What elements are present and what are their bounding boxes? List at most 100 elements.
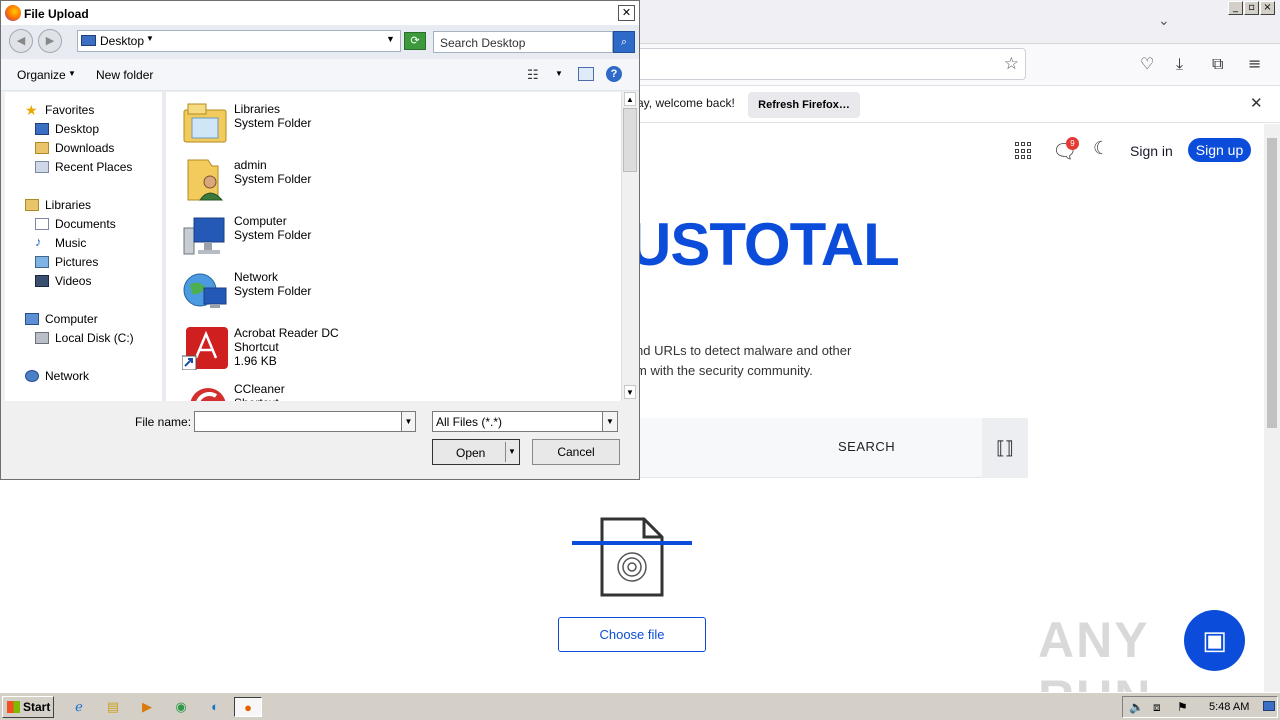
dark-mode-moon-icon[interactable]: ☾	[1093, 138, 1109, 159]
notification-badge: 9	[1066, 137, 1079, 150]
views-dropdown-icon[interactable]: ▼	[555, 69, 563, 78]
close-icon[interactable]: ✕	[1250, 94, 1263, 112]
cancel-button[interactable]: Cancel	[532, 439, 620, 465]
search-icon[interactable]: ⌕	[613, 31, 635, 53]
firefox-taskbar-icon[interactable]: ●	[234, 697, 262, 717]
list-item[interactable]: Libraries System Folder	[182, 98, 482, 150]
search-box[interactable]: SEARCH ⟦⟧	[600, 418, 1028, 478]
sign-in-link[interactable]: Sign in	[1130, 143, 1173, 159]
pocket-icon[interactable]: ♡	[1140, 54, 1154, 73]
help-icon[interactable]: ?	[606, 66, 622, 82]
list-item[interactable]: Network System Folder	[182, 266, 482, 318]
scroll-down-arrow-icon[interactable]: ▼	[624, 385, 636, 399]
file-size: 1.96 KB	[234, 354, 277, 368]
menu-icon[interactable]: ≡	[1248, 54, 1261, 73]
open-button-label[interactable]: Open	[456, 446, 485, 460]
file-type-dropdown-icon[interactable]: ▼	[602, 411, 618, 432]
description-line-1: nd URLs to detect malware and other	[636, 343, 852, 358]
desktop-icon	[35, 123, 49, 135]
apps-grid-icon[interactable]	[1015, 142, 1033, 160]
nav-downloads[interactable]: Downloads	[55, 141, 114, 155]
nav-videos[interactable]: Videos	[55, 274, 91, 288]
dialog-address-bar: ◀ ▶ Desktop ▼ ▼ ⟳ Search Desktop ⌕	[1, 25, 639, 59]
edge-icon[interactable]: ◐	[204, 697, 226, 717]
file-type: Shortcut	[234, 340, 279, 354]
nav-recent-places[interactable]: Recent Places	[55, 160, 132, 174]
network-tray-icon[interactable]: ⧈	[1153, 700, 1161, 715]
list-item[interactable]: Computer System Folder	[182, 210, 482, 262]
file-name: admin	[234, 158, 267, 172]
file-list-scrollbar[interactable]: ▲ ▼	[621, 92, 638, 401]
minimize-button[interactable]: _	[1228, 1, 1243, 15]
change-view-icon[interactable]: ☷	[527, 67, 539, 83]
refresh-icon[interactable]: ⟳	[404, 32, 426, 50]
chat-bubble-icon[interactable]: ▣	[1184, 610, 1245, 671]
new-folder-button[interactable]: New folder	[96, 68, 153, 82]
flag-icon[interactable]: ⚑	[1177, 700, 1188, 714]
organize-dropdown-icon[interactable]: ▼	[68, 69, 76, 78]
back-arrow-icon[interactable]: ◀	[9, 29, 33, 53]
downloads-icon[interactable]: ⤓	[1176, 54, 1183, 74]
window-close-button[interactable]: ×	[1260, 1, 1275, 15]
list-item[interactable]: CCleaner Shortcut	[182, 378, 482, 401]
acrobat-reader-icon	[182, 327, 228, 370]
show-desktop-icon[interactable]	[1263, 701, 1275, 711]
sign-up-button[interactable]: Sign up	[1188, 138, 1251, 162]
breadcrumb-chevron-icon[interactable]: ▼	[146, 34, 154, 43]
preview-pane-icon[interactable]	[578, 67, 594, 81]
page-scrollbar[interactable]	[1264, 124, 1280, 692]
bookmark-star-icon[interactable]: ☆	[1004, 54, 1019, 74]
choose-file-button[interactable]: Choose file	[558, 617, 706, 652]
address-field[interactable]: Desktop ▼ ▼	[77, 30, 401, 52]
clock[interactable]: 5:48 AM	[1209, 701, 1249, 713]
nav-pictures[interactable]: Pictures	[55, 255, 98, 269]
file-explorer-icon[interactable]: ▤	[102, 697, 124, 717]
advanced-search-icon[interactable]: ⟦⟧	[982, 418, 1028, 478]
dialog-search-input[interactable]: Search Desktop	[433, 31, 613, 53]
pictures-icon	[35, 256, 49, 268]
chrome-icon[interactable]: ◉	[170, 697, 192, 717]
nav-network[interactable]: Network	[45, 369, 89, 383]
list-item[interactable]: admin System Folder	[182, 154, 482, 206]
search-label[interactable]: SEARCH	[838, 439, 895, 454]
nav-computer[interactable]: Computer	[45, 312, 98, 326]
list-item[interactable]: Acrobat Reader DC Shortcut 1.96 KB	[182, 322, 482, 374]
dialog-title-bar[interactable]: File Upload ✕	[1, 1, 639, 25]
user-folder-icon	[187, 159, 224, 201]
start-button[interactable]: Start	[2, 696, 54, 718]
tab-list-chevron-icon[interactable]: ⌄	[1158, 12, 1170, 29]
nav-documents[interactable]: Documents	[55, 217, 116, 231]
nav-desktop[interactable]: Desktop	[55, 122, 99, 136]
start-label[interactable]: Start	[23, 700, 50, 714]
nav-libraries[interactable]: Libraries	[45, 198, 91, 212]
scroll-up-arrow-icon[interactable]: ▲	[624, 92, 636, 106]
local-disk-icon	[35, 332, 49, 344]
forward-arrow-icon[interactable]: ▶	[38, 29, 62, 53]
organize-button[interactable]: Organize	[17, 68, 66, 82]
refresh-firefox-button[interactable]: Refresh Firefox…	[748, 92, 860, 118]
file-list-pane: Libraries System Folder admin System Fol…	[166, 92, 621, 401]
address-text[interactable]: Desktop	[100, 34, 144, 48]
maximize-button[interactable]: ▫	[1244, 1, 1259, 15]
extensions-icon[interactable]: ⧉	[1212, 54, 1223, 74]
internet-explorer-icon[interactable]: ℯ	[68, 697, 90, 717]
nav-local-disk[interactable]: Local Disk (C:)	[55, 331, 134, 345]
file-type-select[interactable]: All Files (*.*)	[432, 411, 618, 432]
file-name-dropdown-icon[interactable]: ▼	[401, 411, 416, 432]
address-dropdown-icon[interactable]: ▼	[386, 34, 395, 44]
file-type: System Folder	[234, 116, 312, 130]
star-icon: ★	[25, 102, 38, 118]
scroll-thumb[interactable]	[623, 108, 637, 172]
file-type: System Folder	[234, 284, 312, 298]
file-name-input[interactable]	[194, 411, 416, 432]
open-button[interactable]: Open ▼	[432, 439, 520, 465]
search-placeholder: Search Desktop	[440, 36, 526, 50]
description-line-2: m with the security community.	[636, 363, 813, 378]
media-player-icon[interactable]: ▶	[136, 697, 158, 717]
dialog-close-button[interactable]: ✕	[618, 5, 635, 21]
open-dropdown-icon[interactable]: ▼	[508, 447, 516, 456]
url-bar[interactable]: ☆	[600, 48, 1026, 80]
nav-favorites[interactable]: Favorites	[45, 103, 94, 117]
nav-music[interactable]: Music	[55, 236, 86, 250]
speaker-icon[interactable]: 🔈	[1129, 700, 1144, 714]
